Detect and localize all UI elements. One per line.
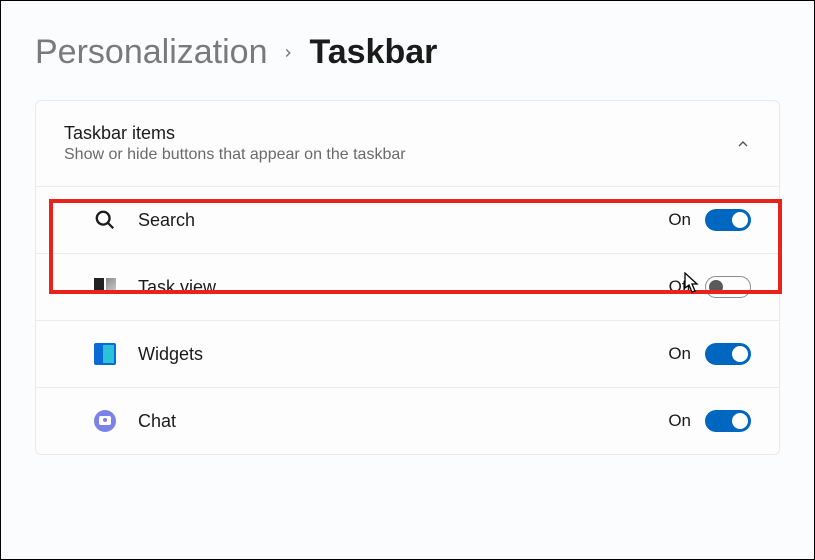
toggle-state-label: Off — [669, 277, 691, 297]
toggle-search[interactable] — [705, 209, 751, 231]
breadcrumb-current: Taskbar — [309, 33, 437, 72]
toggle-state-label: On — [668, 411, 691, 431]
taskview-icon — [94, 278, 116, 296]
toggle-chat[interactable] — [705, 410, 751, 432]
search-icon — [94, 209, 116, 231]
row-chat: Chat On — [36, 387, 779, 454]
toggle-state-label: On — [668, 344, 691, 364]
widgets-icon — [94, 343, 116, 365]
chat-icon — [94, 410, 116, 432]
section-header[interactable]: Taskbar items Show or hide buttons that … — [36, 101, 779, 186]
section-title: Taskbar items — [64, 123, 406, 144]
row-widgets: Widgets On — [36, 320, 779, 387]
row-label: Search — [124, 210, 668, 231]
row-label: Chat — [124, 411, 668, 432]
breadcrumb-parent[interactable]: Personalization — [35, 33, 267, 72]
section-subtitle: Show or hide buttons that appear on the … — [64, 146, 406, 164]
chevron-right-icon — [281, 40, 295, 66]
breadcrumb: Personalization Taskbar — [35, 33, 780, 72]
row-label: Task view — [124, 277, 669, 298]
chevron-up-icon[interactable] — [735, 136, 751, 152]
toggle-widgets[interactable] — [705, 343, 751, 365]
toggle-task-view[interactable] — [705, 276, 751, 298]
toggle-state-label: On — [668, 210, 691, 230]
taskbar-items-card: Taskbar items Show or hide buttons that … — [35, 100, 780, 455]
row-label: Widgets — [124, 344, 668, 365]
row-search: Search On — [36, 186, 779, 253]
row-task-view: Task view Off — [36, 253, 779, 320]
